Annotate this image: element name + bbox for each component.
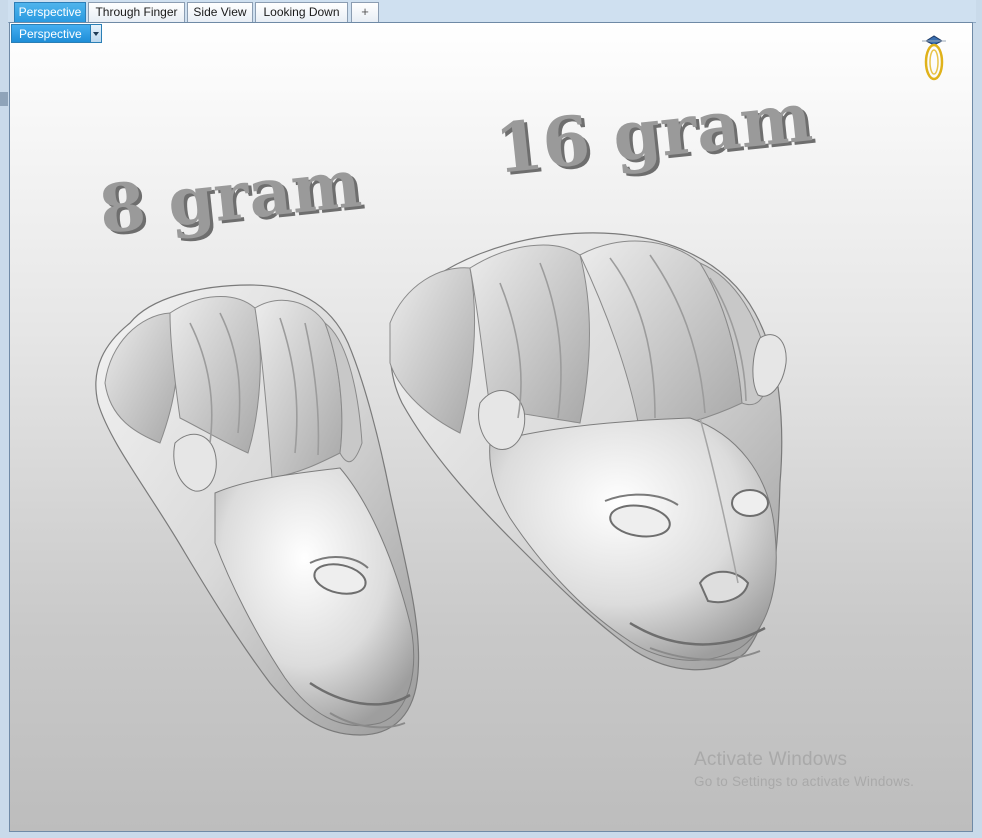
perspective-viewport[interactable]: Perspective 8 gram 8 gram 16 gram 16 gra… — [9, 22, 973, 832]
tab-perspective-label: Perspective — [18, 5, 82, 19]
label-16-gram: 16 gram 16 gram — [491, 77, 819, 192]
tab-side-view[interactable]: Side View — [187, 2, 253, 22]
add-tab-button[interactable]: + — [351, 2, 379, 22]
activate-windows-watermark: Activate Windows Go to Settings to activ… — [694, 749, 914, 789]
tab-looking-down[interactable]: Looking Down — [255, 2, 348, 22]
watermark-subtitle: Go to Settings to activate Windows. — [694, 774, 915, 789]
label-8-gram-text: 8 gram — [96, 144, 365, 249]
tab-perspective[interactable]: Perspective — [14, 2, 86, 22]
tab-through-finger-label: Through Finger — [95, 5, 178, 19]
lion-head-model-16g — [389, 232, 787, 671]
watermark-title: Activate Windows — [694, 749, 848, 770]
viewport-tab-bar: Perspective Through Finger Side View Loo… — [8, 0, 976, 23]
tab-through-finger[interactable]: Through Finger — [88, 2, 185, 22]
label-8-gram: 8 gram 8 gram — [96, 144, 368, 252]
label-16-gram-text: 16 gram — [491, 77, 815, 190]
app-frame: Perspective Through Finger Side View Loo… — [0, 0, 982, 838]
ring-widget-icon[interactable] — [920, 35, 948, 85]
plus-icon: + — [361, 4, 369, 19]
tab-looking-down-label: Looking Down — [263, 5, 340, 19]
tab-side-view-label: Side View — [193, 5, 247, 19]
scene-3d: 8 gram 8 gram 16 gram 16 gram — [95, 77, 819, 736]
left-edge-marker — [0, 92, 8, 106]
lion-head-model-8g — [95, 284, 420, 736]
